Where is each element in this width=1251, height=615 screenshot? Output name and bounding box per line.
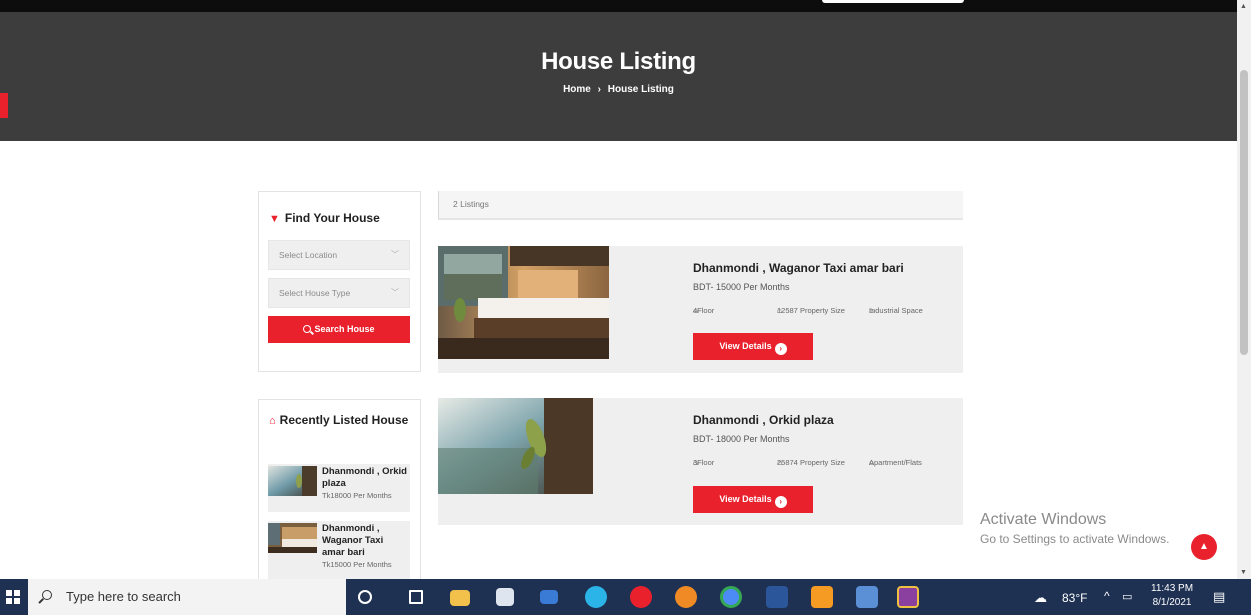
chevron-up-icon[interactable]: ^ bbox=[1104, 589, 1110, 603]
recent-item[interactable]: Dhanmondi , Waganor Taxi amar bari Tk150… bbox=[268, 521, 410, 579]
house-type-select[interactable]: Select House Type ﹀ bbox=[268, 278, 410, 308]
photos-icon[interactable] bbox=[856, 586, 878, 608]
activate-windows-watermark: Activate Windows Go to Settings to activ… bbox=[980, 511, 1169, 546]
task-view-icon[interactable] bbox=[409, 590, 423, 604]
top-bar-tab bbox=[822, 0, 964, 3]
clock-date: 8/1/2021 bbox=[1152, 597, 1192, 608]
windows-taskbar: Type here to search ☁ 83°F ^ ▭ 11:43 PM … bbox=[0, 579, 1251, 615]
search-icon bbox=[303, 325, 312, 333]
chevron-down-icon: ﹀ bbox=[391, 250, 399, 259]
weather-temp[interactable]: 83°F bbox=[1062, 591, 1087, 605]
recent-item-thumbnail bbox=[268, 523, 317, 553]
network-icon[interactable]: ▭ bbox=[1122, 590, 1132, 603]
vertical-scrollbar[interactable]: ▲ ▼ bbox=[1237, 0, 1251, 579]
search-house-button[interactable]: Search House bbox=[268, 316, 410, 343]
scroll-up-icon[interactable]: ▲ bbox=[1240, 3, 1247, 10]
find-house-heading: ▼ Find Your House bbox=[269, 211, 380, 225]
recent-item-title: Dhanmondi , Orkid plaza bbox=[322, 466, 407, 489]
taskbar-search-input[interactable]: Type here to search bbox=[28, 579, 346, 615]
listing-type: Apartment/Flats bbox=[869, 458, 922, 467]
filter-icon: ▼ bbox=[269, 213, 280, 225]
listing-title[interactable]: Dhanmondi , Waganor Taxi amar bari bbox=[693, 260, 961, 276]
listing-card: Dhanmondi , Orkid plaza BDT- 18000 Per M… bbox=[438, 398, 963, 525]
arrow-right-icon: › bbox=[774, 496, 787, 508]
page-banner: House Listing Home › House Listing bbox=[0, 12, 1237, 141]
listing-floor: 4Floor bbox=[693, 306, 715, 315]
windows-start-button[interactable] bbox=[6, 590, 20, 604]
view-details-button[interactable]: View Details › bbox=[693, 333, 813, 360]
mail-icon[interactable] bbox=[540, 590, 558, 604]
file-explorer-icon[interactable] bbox=[450, 590, 470, 606]
opera-browser-icon[interactable] bbox=[630, 586, 652, 608]
store-icon[interactable] bbox=[496, 588, 514, 606]
breadcrumb: Home › House Listing bbox=[0, 84, 1237, 95]
listing-image[interactable] bbox=[438, 398, 593, 494]
recent-item-price: Tk15000 Per Months bbox=[322, 560, 392, 569]
arrow-right-icon: › bbox=[774, 343, 787, 355]
listing-title[interactable]: Dhanmondi , Orkid plaza bbox=[693, 412, 961, 428]
chrome-browser-icon[interactable] bbox=[720, 586, 742, 608]
recent-houses-heading: ⌂ Recently Listed House bbox=[269, 413, 409, 427]
listing-size: 12587 Property Size bbox=[777, 306, 845, 315]
find-house-panel: ▼ Find Your House Select Location ﹀ Selec… bbox=[258, 191, 421, 372]
listing-meta: ⌂ 4Floor ⌂ 12587 Property Size ⌂ Industr… bbox=[693, 306, 961, 320]
page-title: House Listing bbox=[541, 48, 696, 75]
xampp-icon[interactable] bbox=[811, 586, 833, 608]
recent-item-thumbnail bbox=[268, 466, 317, 496]
page: House Listing Home › House Listing ▼ Find… bbox=[0, 0, 1251, 615]
listing-count: 2 Listings bbox=[438, 191, 963, 220]
recent-item-title: Dhanmondi , Waganor Taxi amar bari bbox=[322, 523, 384, 558]
watermark-line-1: Activate Windows bbox=[980, 511, 1107, 528]
firefox-browser-icon[interactable] bbox=[675, 586, 697, 608]
weather-icon[interactable]: ☁ bbox=[1034, 590, 1047, 606]
winrar-icon[interactable] bbox=[897, 586, 919, 608]
search-icon bbox=[42, 590, 52, 600]
listing-price: BDT- 15000 Per Months bbox=[693, 282, 790, 292]
recent-item[interactable]: Dhanmondi , Orkid plaza Tk18000 Per Mont… bbox=[268, 464, 410, 512]
listing-image[interactable] bbox=[438, 246, 609, 359]
scroll-down-icon[interactable]: ▼ bbox=[1240, 569, 1247, 576]
breadcrumb-home[interactable]: Home bbox=[563, 84, 591, 95]
breadcrumb-current: House Listing bbox=[607, 84, 674, 95]
listing-price: BDT- 18000 Per Months bbox=[693, 434, 790, 444]
recent-houses-panel: ⌂ Recently Listed House Dhanmondi , Orkid… bbox=[258, 399, 421, 579]
listing-meta: ⌂ 3Floor ⌂ 25874 Property Size ⌂ Apartme… bbox=[693, 458, 961, 472]
scroll-to-top-button[interactable]: ▲ bbox=[1191, 534, 1217, 560]
listing-type: Industrial Space bbox=[869, 306, 923, 315]
home-icon: ⌂ bbox=[269, 415, 276, 427]
location-select[interactable]: Select Location ﹀ bbox=[268, 240, 410, 270]
watermark-line-2: Go to Settings to activate Windows. bbox=[980, 532, 1170, 546]
view-details-button[interactable]: View Details › bbox=[693, 486, 813, 513]
listing-card: Dhanmondi , Waganor Taxi amar bari BDT- … bbox=[438, 246, 963, 373]
taskbar-clock[interactable]: 11:43 PM 8/1/2021 bbox=[1151, 582, 1193, 610]
chevron-up-icon: ▲ bbox=[1199, 541, 1209, 552]
listing-size: 25874 Property Size bbox=[777, 458, 845, 467]
recent-item-price: Tk18000 Per Months bbox=[322, 491, 392, 500]
notifications-icon[interactable]: ▤ bbox=[1213, 589, 1225, 605]
top-bar bbox=[0, 0, 1237, 12]
side-tab[interactable] bbox=[0, 93, 8, 118]
word-icon[interactable] bbox=[766, 586, 788, 608]
cortana-icon[interactable] bbox=[358, 590, 372, 604]
edge-browser-icon[interactable] bbox=[585, 586, 607, 608]
listing-floor: 3Floor bbox=[693, 458, 715, 467]
chevron-down-icon: ﹀ bbox=[391, 288, 399, 297]
clock-time: 11:43 PM bbox=[1151, 583, 1194, 594]
scrollbar-thumb[interactable] bbox=[1240, 70, 1248, 355]
breadcrumb-separator: › bbox=[597, 84, 601, 95]
